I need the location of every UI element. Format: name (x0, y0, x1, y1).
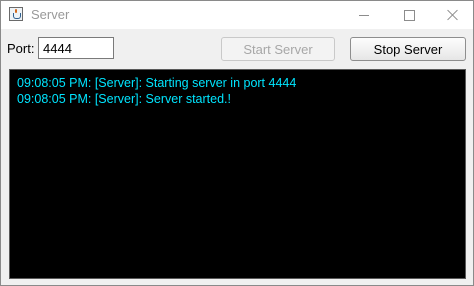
title-bar[interactable]: Server (1, 1, 473, 29)
close-button[interactable] (435, 1, 471, 29)
java-cup-icon (9, 7, 23, 21)
maximize-button[interactable] (391, 1, 427, 29)
log-line: 09:08:05 PM: [Server]: Starting server i… (17, 76, 297, 90)
minimize-icon (359, 14, 369, 16)
window-title: Server (31, 7, 70, 22)
log-line: 09:08:05 PM: [Server]: Server started.! (17, 92, 231, 106)
console-output[interactable]: 09:08:05 PM: [Server]: Starting server i… (9, 69, 466, 279)
port-label: Port: (7, 41, 35, 56)
close-icon (447, 9, 459, 21)
maximize-icon (403, 9, 415, 21)
start-server-button[interactable]: Start Server (221, 37, 335, 61)
port-input[interactable] (38, 37, 114, 59)
server-window: Server Port: Start Server Stop Server 09… (0, 0, 474, 286)
stop-server-button[interactable]: Stop Server (350, 37, 466, 61)
minimize-button[interactable] (346, 1, 382, 29)
